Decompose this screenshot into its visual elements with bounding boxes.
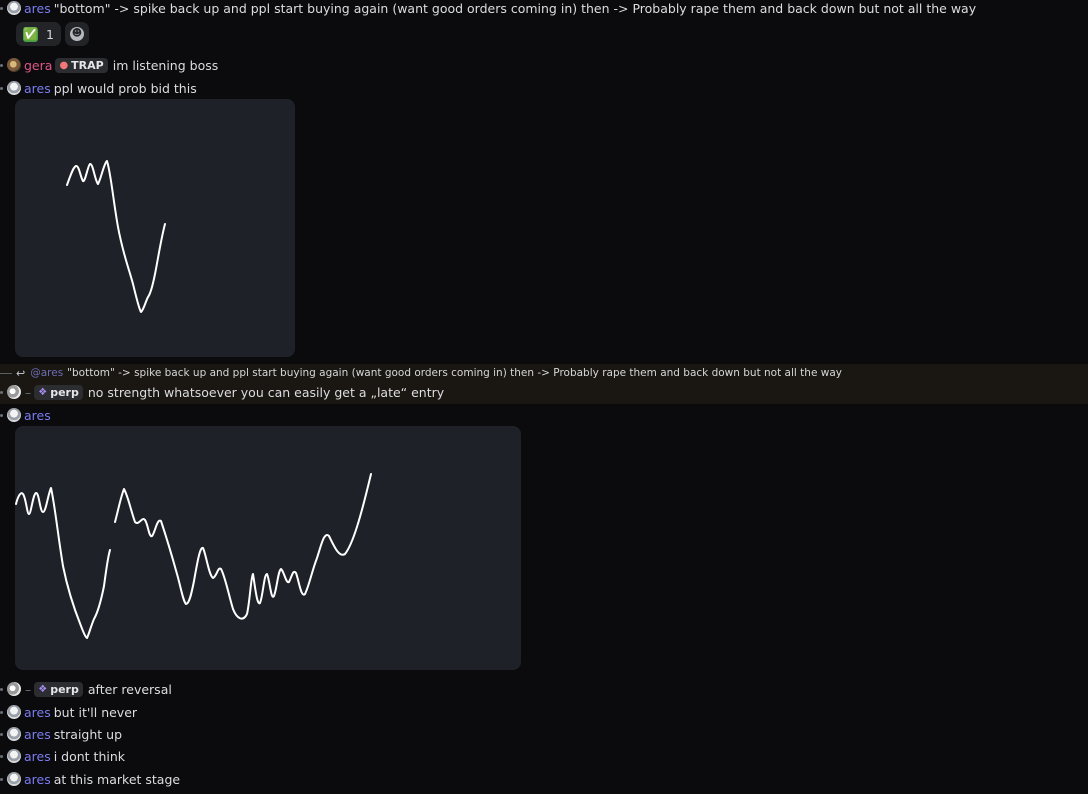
diamond-icon: ❖	[38, 683, 48, 695]
drawing-sketch	[66, 160, 166, 313]
bullet	[0, 687, 3, 691]
role-tag-label: TRAP	[71, 58, 104, 72]
message-text: i dont think	[53, 748, 126, 764]
avatar[interactable]	[7, 749, 21, 763]
smile-plus-icon: ☻	[69, 27, 84, 41]
trap-icon: ●	[59, 59, 69, 71]
bullet	[0, 732, 3, 736]
message-row: – ❖ perp after reversal	[0, 679, 1088, 699]
avatar[interactable]	[7, 727, 21, 741]
bullet	[0, 710, 3, 714]
message-row: ares ppl would prob bid this	[0, 78, 1088, 98]
avatar[interactable]	[7, 408, 21, 422]
reply-text: "bottom" -> spike back up and ppl start …	[67, 367, 842, 379]
add-reaction-button[interactable]: ☻	[64, 22, 89, 46]
message-row: ares i dont think	[0, 746, 1088, 766]
message-row: ares at this market stage	[0, 769, 1088, 789]
username[interactable]: ares	[24, 772, 51, 787]
sketch-line	[114, 473, 372, 620]
avatar[interactable]	[7, 58, 21, 72]
role-tag[interactable]: ● TRAP	[55, 57, 108, 73]
message-text: im listening boss	[112, 57, 219, 73]
username[interactable]: gera	[24, 58, 52, 73]
username[interactable]: ares	[24, 749, 51, 764]
avatar[interactable]	[7, 81, 21, 95]
image-attachment[interactable]	[15, 99, 295, 357]
image-attachment[interactable]	[15, 426, 521, 670]
bullet	[0, 6, 3, 10]
avatar[interactable]	[7, 1, 21, 15]
bullet	[0, 390, 3, 394]
username[interactable]: ares	[24, 1, 51, 16]
sketch-line	[15, 487, 111, 639]
message-text: no strength whatsoever you can easily ge…	[87, 384, 445, 400]
message-row: gera ● TRAP im listening boss	[0, 55, 1088, 75]
role-tag[interactable]: ❖ perp	[34, 681, 83, 697]
drawing-sketch	[15, 473, 372, 639]
reply-reference[interactable]: ↩ @ares "bottom" -> spike back up and pp…	[16, 366, 842, 380]
role-tag-label: perp	[50, 385, 79, 399]
reply-connector	[0, 373, 12, 374]
username[interactable]: ares	[24, 81, 51, 96]
sketch-line	[66, 160, 166, 313]
message-text: straight up	[53, 726, 123, 742]
bullet	[0, 86, 3, 90]
message-text: after reversal	[87, 681, 172, 697]
message-row: ares "bottom" -> spike back up and ppl s…	[0, 0, 1088, 18]
reply-arrow-icon: ↩	[16, 366, 26, 380]
message-row: ares	[0, 405, 1088, 425]
reaction-bar: ✅ 1 ☻	[16, 22, 89, 46]
check-emoji-icon: ✅	[23, 26, 38, 42]
avatar[interactable]	[7, 682, 21, 696]
message-row: ares straight up	[0, 724, 1088, 744]
bullet	[0, 63, 3, 67]
avatar[interactable]	[7, 385, 21, 399]
username[interactable]: ares	[24, 727, 51, 742]
message-row: – ❖ perp no strength whatsoever you can e…	[0, 382, 1088, 402]
bullet	[0, 777, 3, 781]
username[interactable]: ares	[24, 408, 51, 423]
username[interactable]: ares	[24, 705, 51, 720]
role-tag[interactable]: ❖ perp	[34, 384, 83, 400]
avatar[interactable]	[7, 772, 21, 786]
bullet	[0, 754, 3, 758]
role-tag-label: perp	[50, 682, 79, 696]
message-row: ares but it'll never	[0, 702, 1088, 722]
message-text: but it'll never	[53, 704, 138, 720]
message-text: ppl would prob bid this	[53, 80, 197, 96]
avatar[interactable]	[7, 705, 21, 719]
message-text: "bottom" -> spike back up and ppl start …	[53, 0, 977, 16]
separator: –	[25, 384, 32, 400]
reaction-check[interactable]: ✅ 1	[16, 22, 61, 46]
separator: –	[25, 681, 32, 697]
reaction-count: 1	[46, 26, 54, 42]
reply-mention[interactable]: @ares	[30, 367, 63, 379]
message-text: at this market stage	[53, 771, 181, 787]
diamond-icon: ❖	[38, 386, 48, 398]
bullet	[0, 413, 3, 417]
